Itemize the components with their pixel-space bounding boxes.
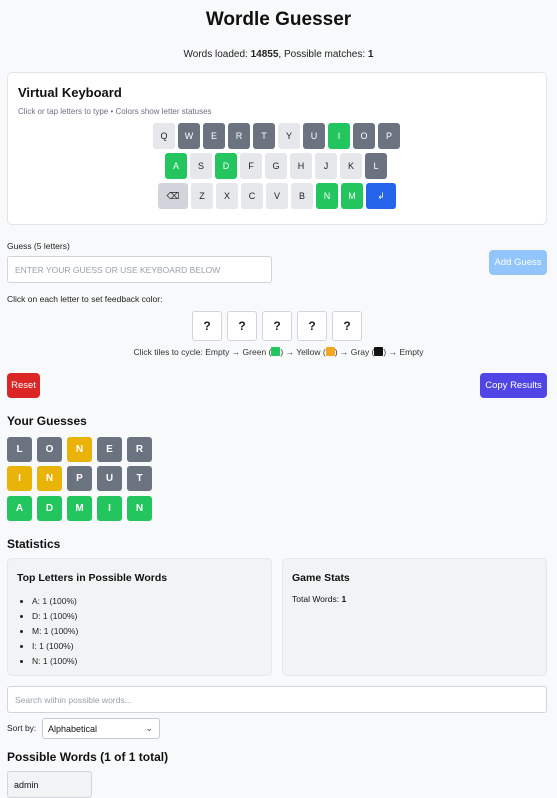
key-y[interactable]: Y — [278, 123, 300, 149]
hint-text-4: ) → Empty — [383, 347, 424, 357]
reset-button[interactable]: Reset — [7, 373, 40, 398]
feedback-hint: Click tiles to cycle: Empty → Green ( ) →… — [0, 347, 557, 357]
list-item: A: 1 (100%) — [32, 594, 78, 609]
enter-key[interactable]: ↲ — [366, 183, 396, 209]
feedback-label: Click on each letter to set feedback col… — [7, 294, 163, 304]
top-letters-card: Top Letters in Possible Words A: 1 (100%… — [7, 558, 272, 676]
key-r[interactable]: R — [228, 123, 250, 149]
guess-tile: R — [127, 437, 152, 462]
feedback-tile-5[interactable]: ? — [332, 311, 362, 341]
guess-tile: T — [127, 466, 152, 491]
copy-results-button[interactable]: Copy Results — [480, 373, 547, 398]
list-item: M: 1 (100%) — [32, 624, 78, 639]
virtual-keyboard-card: Virtual Keyboard Click or tap letters to… — [7, 72, 547, 225]
guess-input[interactable]: ENTER YOUR GUESS OR USE KEYBOARD BELOW — [7, 256, 272, 283]
green-swatch-icon — [271, 347, 281, 356]
guess-tile: A — [7, 496, 32, 521]
guess-tile: E — [97, 437, 122, 462]
statistics-heading: Statistics — [7, 537, 61, 551]
sort-label: Sort by: — [7, 723, 37, 733]
page-title: Wordle Guesser — [205, 9, 352, 30]
guess-tile: I — [7, 466, 32, 491]
key-p[interactable]: P — [378, 123, 400, 149]
your-guesses-heading: Your Guesses — [7, 414, 87, 428]
possible-matches-count: 1 — [367, 49, 374, 60]
feedback-tile-2[interactable]: ? — [227, 311, 257, 341]
key-q[interactable]: Q — [153, 123, 175, 149]
guess-tile: N — [37, 466, 62, 491]
total-words: Total Words: 1 — [292, 594, 346, 604]
list-item: N: 1 (100%) — [32, 654, 78, 669]
total-words-value: 1 — [341, 594, 347, 604]
key-g[interactable]: G — [265, 153, 287, 179]
key-i[interactable]: I — [328, 123, 350, 149]
words-loaded-count: 14855 — [250, 49, 279, 60]
key-n[interactable]: N — [316, 183, 338, 209]
game-stats-title: Game Stats — [292, 572, 350, 584]
guess-tile: M — [67, 496, 92, 521]
key-v[interactable]: V — [266, 183, 288, 209]
sort-select[interactable]: Alphabetical ⌄ — [42, 718, 160, 739]
list-item: D: 1 (100%) — [32, 609, 78, 624]
top-letters-list: A: 1 (100%) D: 1 (100%) M: 1 (100%) I: 1… — [32, 594, 78, 669]
key-j[interactable]: J — [315, 153, 337, 179]
possible-matches-label: , Possible matches: — [278, 49, 366, 60]
yellow-swatch-icon — [325, 347, 335, 356]
chevron-down-icon: ⌄ — [145, 723, 153, 733]
add-guess-button[interactable]: Add Guess — [489, 250, 547, 275]
status-line: Words loaded: 14855, Possible matches: 1 — [0, 49, 557, 60]
key-f[interactable]: F — [240, 153, 262, 179]
feedback-tile-1[interactable]: ? — [192, 311, 222, 341]
key-a[interactable]: A — [165, 153, 187, 179]
top-letters-title: Top Letters in Possible Words — [17, 572, 168, 584]
guess-tile: O — [37, 437, 62, 462]
key-b[interactable]: B — [291, 183, 313, 209]
key-w[interactable]: W — [178, 123, 200, 149]
guess-tile: N — [67, 437, 92, 462]
keyboard-subtitle: Click or tap letters to type • Colors sh… — [18, 107, 212, 116]
keyboard-title: Virtual Keyboard — [18, 85, 122, 100]
guess-tile: U — [97, 466, 122, 491]
guess-tile: P — [67, 466, 92, 491]
hint-text-1: Click tiles to cycle: Empty → Green ( — [133, 347, 272, 357]
guess-tile: L — [7, 437, 32, 462]
words-loaded-label: Words loaded: — [183, 49, 248, 60]
key-t[interactable]: T — [253, 123, 275, 149]
key-e[interactable]: E — [203, 123, 225, 149]
possible-words-heading: Possible Words (1 of 1 total) — [7, 750, 169, 764]
guess-tile: D — [37, 496, 62, 521]
search-input[interactable]: Search within possible words... — [7, 686, 547, 713]
key-k[interactable]: K — [340, 153, 362, 179]
feedback-tile-3[interactable]: ? — [262, 311, 292, 341]
key-u[interactable]: U — [303, 123, 325, 149]
hint-text-2: ) → Yellow ( — [280, 347, 326, 357]
guess-label: Guess (5 letters) — [7, 241, 70, 251]
key-h[interactable]: H — [290, 153, 312, 179]
key-s[interactable]: S — [190, 153, 212, 179]
key-d[interactable]: D — [215, 153, 237, 179]
key-c[interactable]: C — [241, 183, 263, 209]
sort-value: Alphabetical — [48, 723, 98, 734]
feedback-tile-4[interactable]: ? — [297, 311, 327, 341]
list-item: I: 1 (100%) — [32, 639, 78, 654]
guess-tile: N — [127, 496, 152, 521]
possible-word-item[interactable]: admin — [7, 771, 92, 798]
key-x[interactable]: X — [216, 183, 238, 209]
backspace-key[interactable]: ⌫ — [158, 183, 188, 209]
key-l[interactable]: L — [365, 153, 387, 179]
key-o[interactable]: O — [353, 123, 375, 149]
total-words-label: Total Words: — [292, 594, 340, 604]
hint-text-3: ) → Gray ( — [334, 347, 375, 357]
key-z[interactable]: Z — [191, 183, 213, 209]
guess-tile: I — [97, 496, 122, 521]
key-m[interactable]: M — [341, 183, 363, 209]
game-stats-card: Game Stats Total Words: 1 — [282, 558, 547, 676]
